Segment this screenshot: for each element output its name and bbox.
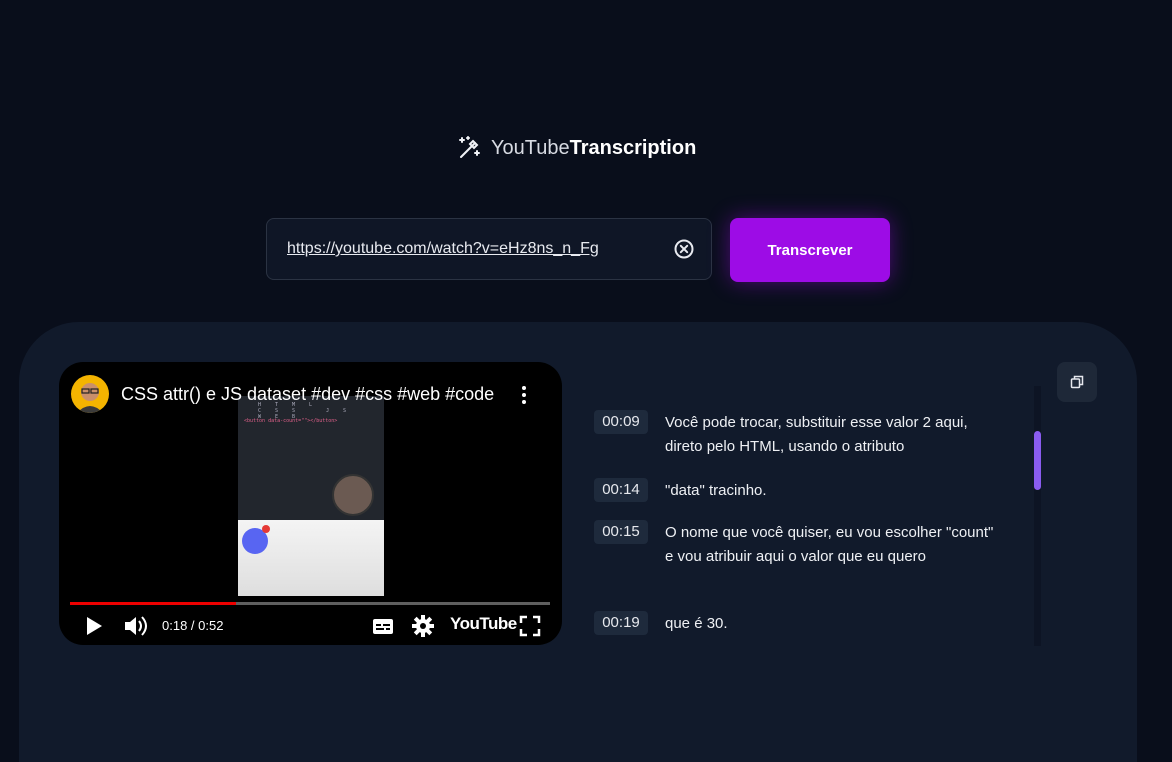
transcript-scrollbar[interactable] [1034, 386, 1041, 646]
thumb-code-line: <button data-count=""></button> [244, 418, 338, 424]
volume-icon[interactable] [123, 614, 149, 638]
timestamp-badge[interactable]: 00:09 [594, 410, 648, 434]
webcam-overlay [332, 474, 374, 516]
copy-button[interactable] [1057, 362, 1097, 402]
copy-icon [1070, 375, 1084, 389]
url-input[interactable] [285, 239, 673, 259]
timestamp-badge[interactable]: 00:14 [594, 478, 648, 502]
notification-badge [262, 525, 270, 533]
segment-text: "data" tracinho. [665, 482, 767, 499]
video-player[interactable]: HTML CSS JS WEB <button data-count=""></… [59, 362, 562, 645]
transcript-segment[interactable]: 00:15 O nome que você quiser, eu vou esc… [594, 520, 1005, 569]
transcript-segment[interactable]: 00:14 "data" tracinho. [594, 478, 1005, 503]
transcript-segment[interactable]: 00:19 que é 30. [594, 611, 1005, 636]
settings-gear-icon[interactable] [412, 614, 434, 638]
youtube-logo[interactable]: YouTube [450, 614, 517, 634]
timestamp-badge[interactable]: 00:15 [594, 520, 648, 544]
subtitles-icon[interactable] [372, 614, 394, 638]
scrollbar-thumb[interactable] [1034, 431, 1041, 490]
segment-text: que é 30. [665, 615, 728, 632]
channel-avatar[interactable] [71, 375, 109, 413]
progress-fill [70, 602, 237, 605]
url-input-container [266, 218, 712, 280]
progress-bar[interactable] [70, 602, 550, 605]
transcript-segment[interactable]: 00:09 Você pode trocar, substituir esse … [594, 410, 1005, 459]
transcribe-button[interactable]: Transcrever [730, 218, 890, 282]
app-brand: YouTube Transcription [455, 134, 696, 162]
magic-wand-icon [459, 136, 480, 158]
video-frame: HTML CSS JS WEB <button data-count=""></… [238, 396, 384, 596]
clear-circle-icon[interactable] [673, 238, 695, 260]
timestamp-badge[interactable]: 00:19 [594, 611, 648, 635]
play-icon[interactable] [84, 614, 104, 638]
video-time: 0:18 / 0:52 [162, 618, 224, 633]
segment-text: Você pode trocar, substituir esse valor … [665, 414, 968, 455]
segment-text: O nome que você quiser, eu vou escolher … [665, 524, 994, 565]
video-title[interactable]: CSS attr() e JS dataset #dev #css #web #… [121, 384, 494, 405]
brand-light-text: YouTube [491, 136, 570, 159]
fullscreen-icon[interactable] [519, 614, 541, 638]
brand-bold-text: Transcription [569, 136, 697, 159]
more-options-icon[interactable] [517, 384, 531, 406]
